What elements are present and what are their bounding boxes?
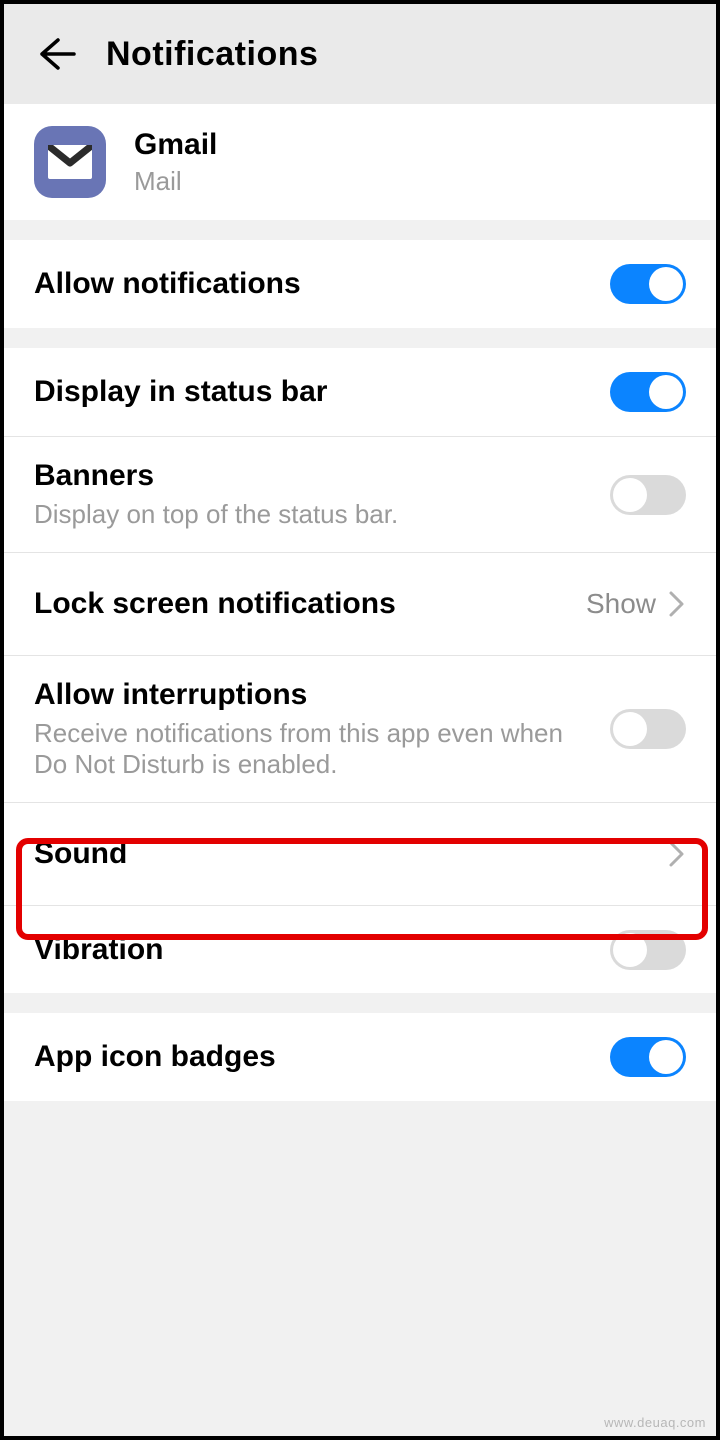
back-button[interactable]	[32, 30, 80, 78]
app-badges-label: App icon badges	[34, 1040, 610, 1074]
interruptions-toggle[interactable]	[610, 709, 686, 749]
sound-row[interactable]: Sound	[4, 802, 716, 905]
interruptions-label: Allow interruptions	[34, 678, 590, 712]
banners-label: Banners	[34, 459, 610, 493]
display-status-bar-label: Display in status bar	[34, 375, 610, 409]
banners-sub-label: Display on top of the status bar.	[34, 499, 610, 530]
section-divider	[4, 220, 716, 240]
app-subtitle-label: Mail	[134, 166, 686, 197]
lock-screen-label: Lock screen notifications	[34, 587, 586, 621]
chevron-right-icon	[668, 590, 686, 618]
header: Notifications	[4, 4, 716, 104]
app-badges-row[interactable]: App icon badges	[4, 1013, 716, 1101]
banners-row[interactable]: Banners Display on top of the status bar…	[4, 436, 716, 552]
back-arrow-icon	[36, 34, 76, 74]
interruptions-sub-label: Receive notifications from this app even…	[34, 718, 590, 780]
watermark-text: www.deuaq.com	[604, 1415, 706, 1430]
vibration-row[interactable]: Vibration	[4, 905, 716, 993]
section-divider	[4, 328, 716, 348]
section-divider	[4, 993, 716, 1013]
allow-notifications-row[interactable]: Allow notifications	[4, 240, 716, 328]
vibration-toggle[interactable]	[610, 930, 686, 970]
chevron-right-icon	[668, 840, 686, 868]
banners-toggle[interactable]	[610, 475, 686, 515]
interruptions-row[interactable]: Allow interruptions Receive notification…	[4, 655, 716, 802]
app-name-label: Gmail	[134, 128, 686, 162]
allow-notifications-label: Allow notifications	[34, 267, 610, 301]
gmail-app-icon	[34, 126, 106, 198]
app-info-panel: Gmail Mail	[4, 104, 716, 220]
sound-label: Sound	[34, 837, 668, 871]
app-row[interactable]: Gmail Mail	[4, 104, 716, 220]
app-badges-toggle[interactable]	[610, 1037, 686, 1077]
display-status-bar-row[interactable]: Display in status bar	[4, 348, 716, 436]
allow-notifications-toggle[interactable]	[610, 264, 686, 304]
vibration-label: Vibration	[34, 933, 610, 967]
lock-screen-value: Show	[586, 588, 656, 620]
page-title: Notifications	[106, 35, 318, 74]
lock-screen-row[interactable]: Lock screen notifications Show	[4, 552, 716, 655]
display-status-bar-toggle[interactable]	[610, 372, 686, 412]
